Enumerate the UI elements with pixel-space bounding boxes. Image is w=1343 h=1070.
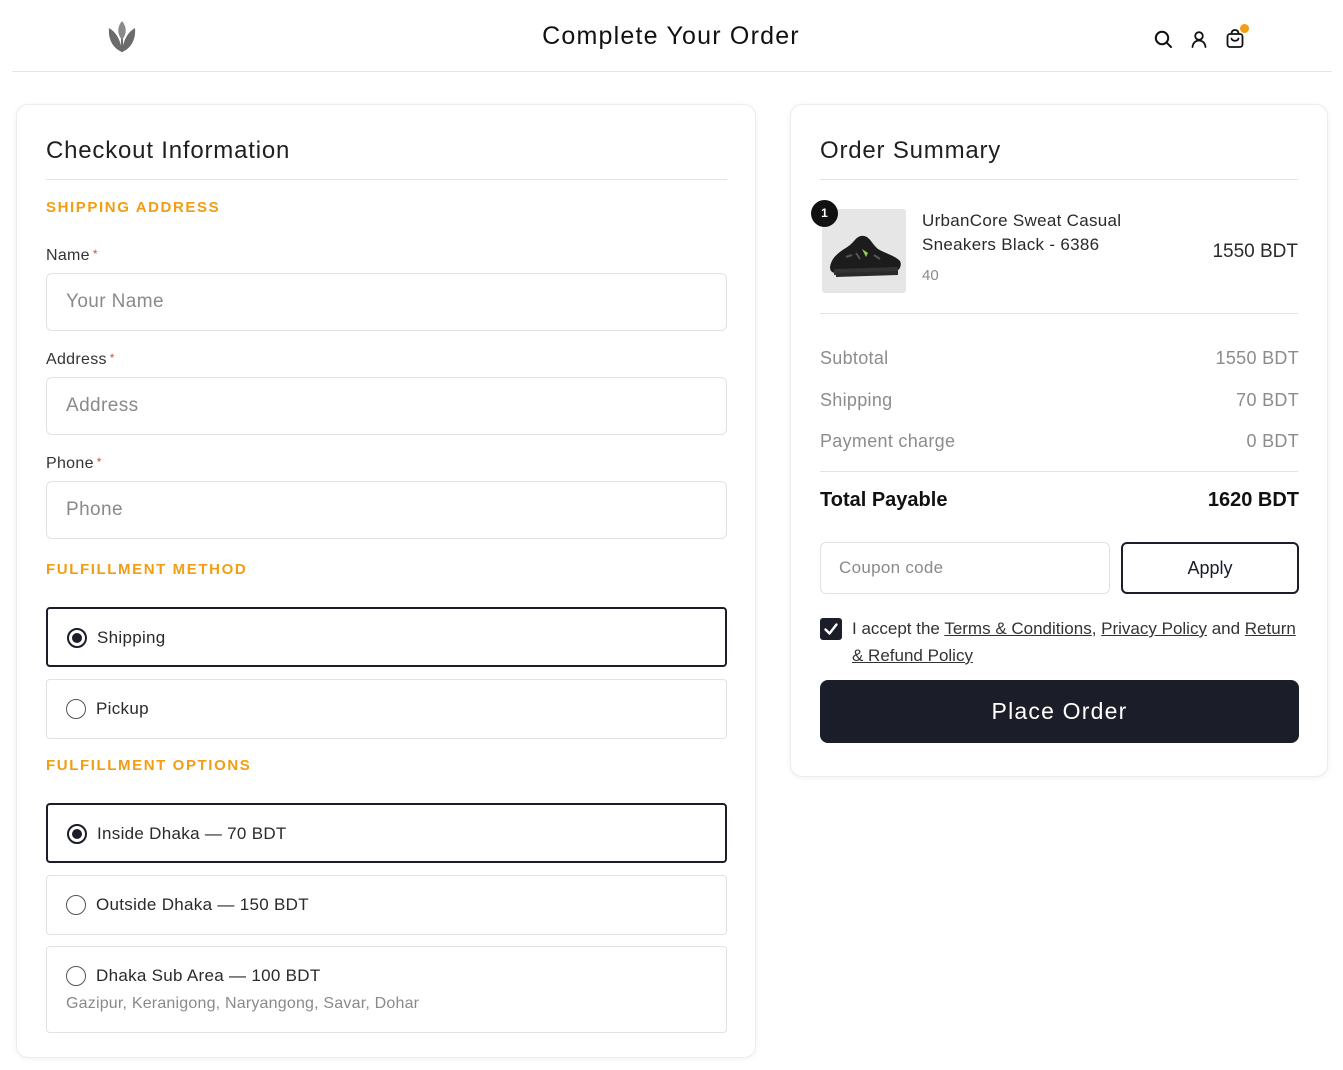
divider xyxy=(820,179,1298,180)
fulfillment-method-heading: FULFILLMENT METHOD xyxy=(46,561,248,578)
payment-charge-label: Payment charge xyxy=(820,431,956,451)
fulfillment-method-pickup[interactable]: Pickup xyxy=(46,679,727,739)
radio-checked[interactable] xyxy=(67,824,87,844)
required-marker: * xyxy=(109,351,115,365)
payment-charge-value: 0 BDT xyxy=(1246,431,1299,451)
shipping-row: Shipping 70 BDT xyxy=(820,390,1299,411)
address-label: Address * xyxy=(46,351,115,368)
checkout-information-card: Checkout Information SHIPPING ADDRESS Na… xyxy=(16,104,756,1058)
option-label: Shipping xyxy=(97,628,166,647)
product-price: 1550 BDT xyxy=(1212,241,1298,262)
terms-conditions-link[interactable]: Terms & Conditions xyxy=(944,619,1091,638)
required-marker: * xyxy=(96,455,102,469)
option-sublabel: Gazipur, Keranigong, Naryangong, Savar, … xyxy=(66,995,420,1012)
radio-unchecked[interactable] xyxy=(66,966,86,986)
order-summary-card: Order Summary 1 UrbanCore Sweat Casual S… xyxy=(790,104,1328,777)
radio-unchecked[interactable] xyxy=(66,895,86,915)
product-variant: 40 xyxy=(922,267,939,284)
checkmark-icon xyxy=(824,623,838,635)
divider xyxy=(820,471,1298,472)
name-label: Name * xyxy=(46,247,98,264)
divider xyxy=(820,313,1298,314)
option-label: Outside Dhaka — 150 BDT xyxy=(96,895,309,914)
terms-checkbox[interactable] xyxy=(820,618,842,640)
option-label: Dhaka Sub Area — 100 BDT xyxy=(96,966,321,985)
user-icon[interactable] xyxy=(1188,28,1210,50)
place-order-button[interactable]: Place Order xyxy=(820,680,1299,743)
site-header: Complete Your Order xyxy=(12,0,1332,72)
fulfillment-method-shipping[interactable]: Shipping xyxy=(46,607,727,667)
option-label: Inside Dhaka — 70 BDT xyxy=(97,824,287,843)
fulfillment-option-outside-dhaka[interactable]: Outside Dhaka — 150 BDT xyxy=(46,875,727,935)
fulfillment-options-heading: FULFILLMENT OPTIONS xyxy=(46,757,252,774)
option-label: Pickup xyxy=(96,699,149,718)
privacy-policy-link[interactable]: Privacy Policy xyxy=(1101,619,1207,638)
total-payable-row: Total Payable 1620 BDT xyxy=(820,489,1299,512)
shipping-value: 70 BDT xyxy=(1236,390,1299,410)
total-payable-value: 1620 BDT xyxy=(1207,489,1299,511)
cart-badge xyxy=(1240,24,1249,33)
coupon-code-input[interactable] xyxy=(820,542,1110,594)
order-summary-title: Order Summary xyxy=(820,137,1002,164)
total-payable-label: Total Payable xyxy=(820,489,948,511)
header-icons xyxy=(1152,24,1249,50)
terms-text: I accept the Terms & Conditions, Privacy… xyxy=(852,619,1296,665)
checkout-title: Checkout Information xyxy=(46,137,291,164)
fulfillment-option-dhaka-sub-area[interactable]: Dhaka Sub Area — 100 BDT Gazipur, Kerani… xyxy=(46,946,727,1033)
page-title: Complete Your Order xyxy=(542,22,800,50)
subtotal-label: Subtotal xyxy=(820,348,889,368)
required-marker: * xyxy=(92,247,98,261)
address-input[interactable] xyxy=(46,377,727,435)
terms-agreement: I accept the Terms & Conditions, Privacy… xyxy=(820,615,1300,669)
name-input[interactable] xyxy=(46,273,727,331)
payment-charge-row: Payment charge 0 BDT xyxy=(820,431,1299,452)
apply-coupon-button[interactable]: Apply xyxy=(1121,542,1299,594)
phone-input[interactable] xyxy=(46,481,727,539)
subtotal-value: 1550 BDT xyxy=(1215,348,1299,368)
subtotal-row: Subtotal 1550 BDT xyxy=(820,348,1299,369)
radio-unchecked[interactable] xyxy=(66,699,86,719)
quantity-badge: 1 xyxy=(811,200,838,227)
search-icon[interactable] xyxy=(1152,28,1174,50)
radio-checked[interactable] xyxy=(67,628,87,648)
cart-icon[interactable] xyxy=(1224,24,1249,50)
phone-label: Phone * xyxy=(46,455,102,472)
divider xyxy=(46,179,727,180)
shipping-address-heading: SHIPPING ADDRESS xyxy=(46,199,221,216)
fulfillment-option-inside-dhaka[interactable]: Inside Dhaka — 70 BDT xyxy=(46,803,727,863)
shipping-label: Shipping xyxy=(820,390,893,410)
product-name[interactable]: UrbanCore Sweat Casual Sneakers Black - … xyxy=(922,209,1162,257)
